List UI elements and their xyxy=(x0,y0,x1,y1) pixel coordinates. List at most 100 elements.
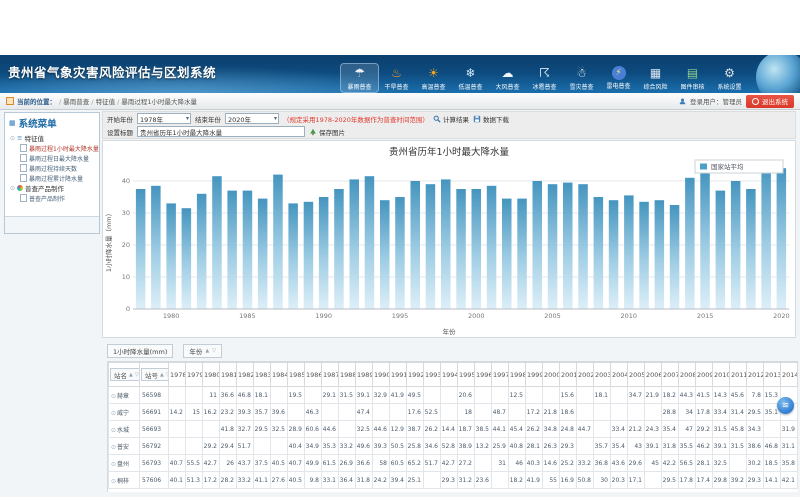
floating-service-widget[interactable]: ≋ xyxy=(777,397,794,414)
nav-item-drought-survey[interactable]: ♨干旱普查 xyxy=(378,64,415,92)
value-cell-1979 xyxy=(186,421,203,438)
value-field-chip[interactable]: 1小时降水量(mm) xyxy=(107,344,173,358)
nav-item-low-temp-survey[interactable]: ❄低温普查 xyxy=(452,64,489,92)
station-id-sort-chip[interactable]: 站号▲▽ xyxy=(141,368,169,381)
value-cell-1982: 43.7 xyxy=(237,455,254,472)
high-temp-survey-icon: ☀ xyxy=(415,65,452,81)
sidebar: ▦ 系统菜单 ⊙≡特征值暴雨过程1小时最大降水量暴雨过程日最大降水量暴雨过程持续… xyxy=(4,112,100,234)
nav-item-comprehensive-risk[interactable]: ▦综合风险 xyxy=(637,64,674,92)
value-cell-2009: 29.2 xyxy=(696,421,713,438)
radio-icon[interactable]: ⊙ xyxy=(111,461,116,468)
bar-2002 xyxy=(502,199,512,309)
radio-icon[interactable]: ⊙ xyxy=(111,444,116,451)
value-cell-2009: 17.8 xyxy=(696,404,713,421)
station-name-cell: ⊙普安 xyxy=(109,438,140,455)
svg-text:40: 40 xyxy=(122,177,130,185)
year-header-2012: 2012 xyxy=(747,363,764,387)
nav-item-snow-survey[interactable]: ☃雪灾普查 xyxy=(563,64,600,92)
nav-item-hail-survey[interactable]: ☈冰雹普查 xyxy=(526,64,563,92)
year-header-1994: 1994 xyxy=(441,363,458,387)
end-year-value: 2020年 xyxy=(228,114,251,124)
station-data-grid: 站名▲▽站号▲▽19781979198019811982198319841985… xyxy=(107,361,798,492)
nav-item-system-settings[interactable]: ⚙系统设置 xyxy=(711,64,748,92)
value-cell-1993: 34.6 xyxy=(424,438,441,455)
value-cell-1994: 52.8 xyxy=(441,438,458,455)
breadcrumb: / 暴雨普查 / 特征值 / 暴雨过程1小时最大降水量 xyxy=(59,96,197,106)
breadcrumb-item[interactable]: 暴雨普查 xyxy=(63,98,89,106)
value-cell-2007: 42.2 xyxy=(662,455,679,472)
radio-icon[interactable]: ⊙ xyxy=(111,478,116,485)
sort-asc-icon[interactable]: ▲ xyxy=(129,372,133,378)
start-year-select[interactable]: 1978年 xyxy=(137,113,191,124)
breadcrumb-item[interactable]: 特征值 xyxy=(96,98,116,106)
value-cell-2007: 35.4 xyxy=(662,421,679,438)
value-cell-2010: 29.8 xyxy=(713,472,730,489)
tree-item[interactable]: 暴雨过程1小时最大降水量 xyxy=(10,143,99,153)
nav-item-lightning-survey[interactable]: ⚡雷电普查 xyxy=(600,64,637,92)
save-image-button[interactable]: 保存图片 xyxy=(309,127,345,137)
tree-item[interactable]: 暴雨过程日最大降水量 xyxy=(10,153,99,163)
tree-group-普查产品制作[interactable]: ⊙普查产品制作 xyxy=(10,183,99,193)
nav-item-map-review[interactable]: ▤图件审核 xyxy=(674,64,711,92)
value-cell-1992: 25.8 xyxy=(407,438,424,455)
tree-item[interactable]: 暴雨过程持续天数 xyxy=(10,163,99,173)
nav-item-rainstorm-survey[interactable]: ☂暴雨普查 xyxy=(341,64,378,92)
calculate-label: 计算结果 xyxy=(443,114,469,124)
value-cell-1989: 32.5 xyxy=(356,421,373,438)
download-button[interactable]: 数据下载 xyxy=(473,114,509,124)
pie-icon xyxy=(17,185,23,191)
radio-icon[interactable]: ⊙ xyxy=(111,393,116,400)
sort-asc-icon[interactable]: ▲ xyxy=(205,348,209,354)
station-name-sort-chip[interactable]: 站名▲▽ xyxy=(110,368,140,381)
nav-item-label: 大风普查 xyxy=(489,82,526,91)
value-cell-1984: 40.5 xyxy=(271,455,288,472)
calculate-button[interactable]: 计算结果 xyxy=(433,114,469,124)
nav-item-wind-survey[interactable]: ☁大风普查 xyxy=(489,64,526,92)
logout-button[interactable]: 退出系统 xyxy=(746,95,794,108)
value-cell-2000: 26.3 xyxy=(543,438,560,455)
year-header-2005: 2005 xyxy=(628,363,645,387)
filter-icon[interactable]: ▽ xyxy=(212,348,216,354)
tree-group-特征值[interactable]: ⊙≡特征值 xyxy=(10,133,99,143)
bar-2006 xyxy=(563,183,573,309)
radio-icon[interactable]: ⊙ xyxy=(111,427,116,434)
radio-icon[interactable]: ⊙ xyxy=(111,410,116,417)
value-cell-1981: 29.4 xyxy=(220,438,237,455)
value-cell-1982: 46.8 xyxy=(237,387,254,404)
chart-title-input[interactable]: 贵州省历年1小时最大降水量 xyxy=(137,126,305,137)
value-cell-1987: 33.1 xyxy=(322,472,339,489)
value-cell-1988: 31.5 xyxy=(339,387,356,404)
station-id-cell: 56598 xyxy=(140,387,169,404)
expander-icon[interactable]: ⊙ xyxy=(10,135,15,142)
value-cell-1985: 40.4 xyxy=(288,438,305,455)
value-cell-2006 xyxy=(645,472,662,489)
end-year-select[interactable]: 2020年 xyxy=(225,113,279,124)
nav-item-label: 图件审核 xyxy=(674,82,711,91)
value-cell-1978: 40.1 xyxy=(169,472,186,489)
sidebar-title: 系统菜单 xyxy=(19,116,57,130)
nav-item-high-temp-survey[interactable]: ☀高温普查 xyxy=(415,64,452,92)
value-cell-2000: 21.8 xyxy=(543,404,560,421)
value-cell-2000: 14.6 xyxy=(543,455,560,472)
expander-icon[interactable]: ⊙ xyxy=(10,185,15,192)
value-cell-1985: 19.5 xyxy=(288,387,305,404)
column-field-chip[interactable]: 年份 ▲ ▽ xyxy=(183,344,222,358)
value-cell-1983: 29.5 xyxy=(254,421,271,438)
tree-item[interactable]: 暴雨过程累计降水量 xyxy=(10,173,99,183)
tree-item[interactable]: 普查产品制作 xyxy=(10,193,99,203)
nav-item-label: 雷电普查 xyxy=(600,81,637,90)
filter-icon[interactable]: ▽ xyxy=(135,372,139,378)
value-cell-1991: 12.9 xyxy=(390,421,407,438)
bar-1989 xyxy=(304,202,314,309)
value-cell-2008: 34 xyxy=(679,404,696,421)
value-cell-1993: 26.2 xyxy=(424,421,441,438)
wave-icon: ≋ xyxy=(782,401,790,411)
value-cell-1992: 38.7 xyxy=(407,421,424,438)
breadcrumb-item[interactable]: 暴雨过程1小时最大降水量 xyxy=(121,98,197,106)
value-cell-1989: 36.6 xyxy=(356,455,373,472)
value-cell-2001: 29.3 xyxy=(560,438,577,455)
value-cell-2012: 30.2 xyxy=(747,455,764,472)
bar-2016 xyxy=(716,191,726,309)
sort-asc-icon[interactable]: ▲ xyxy=(160,372,164,378)
station-name-cell: ⊙桐梓 xyxy=(109,472,140,489)
